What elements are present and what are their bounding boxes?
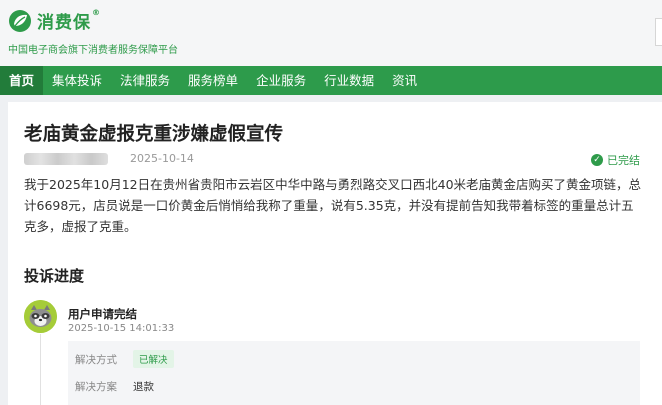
complaint-description: 我于2025年10月12日在贵州省贵阳市云岩区中华中路与勇烈路交叉口西北40米老… [24,177,642,234]
brand-logo[interactable]: 消费保® [8,8,101,33]
progress-section-title: 投诉进度 [24,267,85,285]
brand-name: 消费保® [37,8,101,33]
main-nav: 首页 集体投诉 法律服务 服务榜单 企业服务 行业数据 资讯 [0,66,662,95]
check-circle-icon: ✓ [591,154,603,166]
nav-item-service-ranking[interactable]: 服务榜单 [179,66,247,95]
plan-label: 解决方案 [75,381,117,393]
plan-value: 退款 [133,381,154,393]
status-text: 已完结 [607,154,640,167]
complaint-date: 2025-10-14 [130,152,194,165]
leaf-logo-icon [9,9,31,32]
nav-item-home[interactable]: 首页 [0,66,44,95]
complaint-title: 老庙黄金虚报克重涉嫌虚假宣传 [24,124,284,145]
raccoon-avatar-icon [24,300,57,333]
nav-item-industry-data[interactable]: 行业数据 [315,66,383,95]
blurred-username [24,152,108,165]
nav-item-enterprise-service[interactable]: 企业服务 [247,66,315,95]
step-detail-box: 解决方式 已解决 解决方案 退款 [68,341,640,405]
status-badge: ✓ 已完结 [591,152,640,168]
header-side-panel[interactable] [655,18,662,46]
resolution-badge: 已解决 [133,350,174,368]
resolution-row: 解决方式 已解决 [75,350,174,368]
nav-item-legal-service[interactable]: 法律服务 [111,66,179,95]
nav-item-news[interactable]: 资讯 [383,66,426,95]
step-time: 2025-10-15 14:01:33 [68,323,175,334]
timeline-connector [40,334,41,405]
nav-item-collective-complaint[interactable]: 集体投诉 [43,66,111,95]
complaint-card: 老庙黄金虚报克重涉嫌虚假宣传 2025-10-14 ✓ 已完结 我于2025年1… [8,102,662,405]
complaint-meta: 2025-10-14 [24,152,194,165]
registered-mark: ® [92,8,101,17]
brand-tagline: 中国电子商会旗下消费者服务保障平台 [8,45,178,56]
step-title: 用户申请完结 [68,307,137,321]
site-header: 消费保® 中国电子商会旗下消费者服务保障平台 [0,0,662,66]
resolution-label: 解决方式 [75,353,117,366]
plan-row: 解决方案 退款 [75,379,154,394]
